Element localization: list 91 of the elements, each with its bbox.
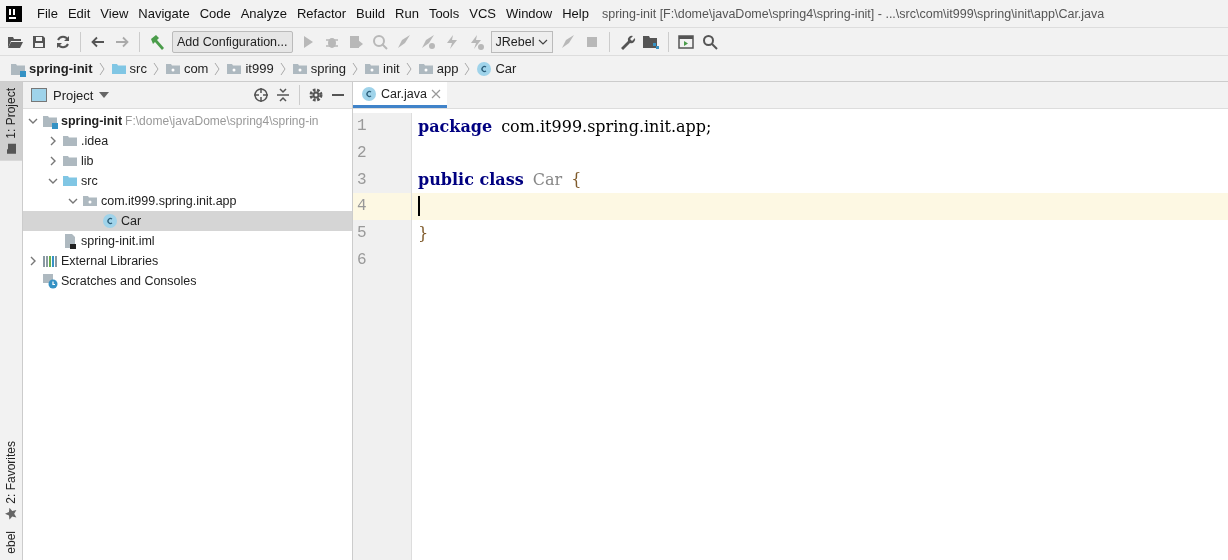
tool-window-tab[interactable]: 2: Favorites (0, 434, 22, 526)
line-number: 3 (356, 169, 368, 191)
tree-label: src (81, 174, 98, 188)
class-icon (361, 85, 377, 102)
line-number: 1 (356, 116, 368, 138)
file-icon (62, 233, 78, 249)
tree-item[interactable]: spring-init F:\dome\javaDome\spring4\spring-in (23, 111, 352, 131)
breadcrumb-item[interactable]: init (362, 60, 402, 77)
tool-window-tab[interactable]: ebel (0, 525, 22, 560)
tree-label: lib (81, 154, 94, 168)
tree-item[interactable]: .idea (23, 131, 352, 151)
folder-icon (5, 142, 17, 155)
package-icon (82, 193, 98, 209)
folder-icon (62, 153, 78, 169)
breadcrumb-item[interactable]: com (162, 60, 211, 77)
settings-icon[interactable] (308, 87, 324, 103)
line-number: 2 (356, 143, 368, 165)
libraries-icon (42, 253, 58, 269)
code-token: } (418, 223, 429, 243)
editor-tab[interactable]: Car.java (353, 82, 447, 108)
menu-item[interactable]: Code (194, 6, 236, 21)
tree-item[interactable]: lib (23, 151, 352, 171)
line-number: 5 (356, 223, 368, 245)
window-title: spring-init [F:\dome\javaDome\spring4\spring-init] - ...\src\com\it999\spring\init\app\Car.java (601, 6, 1105, 21)
class-icon (102, 213, 118, 229)
chevron-right-icon (405, 61, 412, 76)
hammer-icon[interactable] (148, 32, 166, 51)
menu-item[interactable]: Run (390, 6, 424, 21)
panel-icon (31, 88, 47, 102)
menu-item[interactable]: Navigate (133, 6, 195, 21)
code-token: { (571, 170, 582, 190)
tree-item[interactable]: src (23, 171, 352, 191)
tree-label: spring-init.iml (81, 234, 155, 248)
code-token: com.it999.spring.init.app; (501, 116, 712, 136)
breadcrumb-item[interactable]: src (108, 60, 149, 77)
code-token: package (418, 116, 493, 136)
tree-label: External Libraries (61, 254, 159, 268)
module-path: F:\dome\javaDome\spring4\spring-in (125, 114, 319, 128)
menu-item[interactable]: VCS (464, 6, 501, 21)
menu-item[interactable]: Refactor (291, 6, 352, 21)
menu-item[interactable]: Analyze (235, 6, 292, 21)
search-icon[interactable] (701, 32, 720, 51)
chevron-right-icon (464, 61, 471, 76)
breadcrumb-item[interactable]: spring (289, 60, 349, 77)
breadcrumb-item[interactable]: app (415, 60, 461, 77)
chevron-right-icon (352, 61, 359, 76)
tree-item[interactable]: spring-init.iml (23, 231, 352, 251)
menu-item[interactable]: Edit (62, 6, 96, 21)
tree-item[interactable]: External Libraries (23, 251, 352, 271)
chevron-right-icon (214, 61, 221, 76)
star-icon (5, 507, 17, 520)
close-icon[interactable] (430, 88, 441, 99)
scratches-icon (42, 273, 58, 289)
chevron-right-icon (152, 61, 159, 76)
menu-item[interactable]: Help (557, 6, 594, 21)
project-view-dropdown[interactable]: Project (31, 87, 110, 103)
collapse-all-icon[interactable] (275, 87, 291, 103)
locate-icon[interactable] (253, 87, 269, 103)
tree-label: .idea (81, 134, 109, 148)
tree-label: Scratches and Consoles (61, 274, 197, 288)
tool-window-tab[interactable]: 1: Project (0, 82, 22, 161)
menu-item[interactable]: Build (351, 6, 390, 21)
line-number: 4 (353, 193, 411, 220)
line-number: 6 (356, 249, 368, 271)
terminal-window-icon[interactable] (677, 32, 696, 51)
menu-item[interactable]: Tools (423, 6, 465, 21)
breadcrumb-item[interactable]: it999 (224, 60, 276, 77)
add-configuration-button[interactable]: Add Configuration... (172, 30, 293, 53)
code-token: public class (418, 170, 524, 190)
tree-item[interactable]: Car (23, 211, 352, 231)
chevron-down-icon (538, 38, 549, 45)
tree-item[interactable]: Scratches and Consoles (23, 271, 352, 291)
folder-icon (62, 133, 78, 149)
tree-label: Car (121, 214, 142, 228)
breadcrumb-item[interactable]: spring-init (8, 60, 95, 77)
menu-item[interactable]: View (95, 6, 134, 21)
folder-icon (62, 173, 78, 189)
module-icon (42, 113, 58, 129)
tree-item[interactable]: com.it999.spring.init.app (23, 191, 352, 211)
menu-item[interactable]: File (32, 6, 63, 21)
class-icon (476, 60, 493, 77)
dropdown-arrow-icon (99, 92, 110, 98)
code-token: Car (532, 170, 563, 190)
tree-label: com.it999.spring.init.app (101, 194, 237, 208)
text-cursor (418, 196, 420, 217)
tree-label: spring-init (61, 114, 123, 128)
menu-item[interactable]: Window (500, 6, 558, 21)
chevron-right-icon (98, 61, 105, 76)
chevron-right-icon (279, 61, 286, 76)
breadcrumb-item[interactable]: Car (474, 60, 519, 77)
jrebel-dropdown[interactable]: JRebel (490, 30, 554, 53)
